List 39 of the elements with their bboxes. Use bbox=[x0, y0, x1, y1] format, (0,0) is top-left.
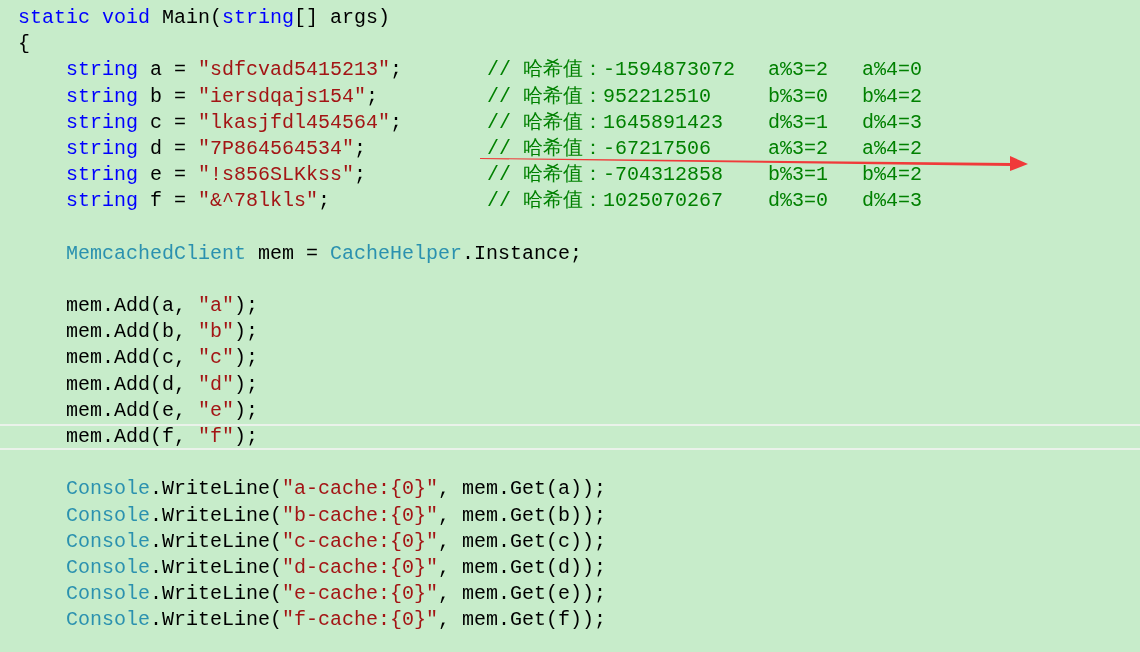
code-comment: d%4=3 bbox=[862, 188, 922, 215]
code-comment: a%3=2 bbox=[768, 57, 829, 84]
code-line: mem.Add(d, "d"); bbox=[66, 372, 259, 396]
code-line: static void Main(string[] args) bbox=[18, 6, 391, 29]
code-line: string b = "iersdqajs154"; bbox=[66, 84, 379, 108]
code-comment: b%3=0 bbox=[768, 83, 829, 110]
code-line: Console.WriteLine("b-cache:{0}", mem.Get(b)); bbox=[66, 503, 607, 527]
code-comment: a%4=0 bbox=[862, 57, 922, 84]
code-line: string a = "sdfcvad5415213"; bbox=[66, 58, 403, 82]
code-line: Console.WriteLine("a-cache:{0}", mem.Get(a)); bbox=[66, 477, 607, 501]
code-comment: b%3=1 bbox=[768, 162, 829, 189]
code-line: mem.Add(f, "f"); bbox=[66, 425, 259, 448]
code-line: Console.WriteLine("f-cache:{0}", mem.Get(f)); bbox=[66, 608, 607, 632]
code-line: string e = "!s856SLKkss"; bbox=[66, 163, 367, 187]
code-comment: b%4=2 bbox=[862, 162, 922, 189]
code-line: mem.Add(c, "c"); bbox=[66, 346, 259, 370]
code-line: Console.WriteLine("d-cache:{0}", mem.Get(d)); bbox=[66, 555, 607, 579]
code-line: mem.Add(e, "e"); bbox=[66, 398, 259, 422]
code-line: Console.WriteLine("e-cache:{0}", mem.Get(e)); bbox=[66, 582, 607, 606]
code-line: string c = "lkasjfdl454564"; bbox=[66, 110, 403, 134]
code-line: string d = "7P864564534"; bbox=[66, 136, 367, 160]
code-comment: // 哈希值：-67217506 bbox=[487, 135, 713, 162]
code-comment: // 哈希值：1025070267 bbox=[487, 188, 725, 215]
code-comment: a%4=2 bbox=[862, 135, 922, 162]
code-comment: a%3=2 bbox=[768, 135, 829, 162]
code-comment: d%3=1 bbox=[768, 109, 829, 136]
code-comment: // 哈希值：952212510 bbox=[487, 83, 713, 110]
code-line: mem.Add(a, "a"); bbox=[66, 294, 259, 318]
code-line: { bbox=[18, 32, 30, 56]
code-comment: d%4=3 bbox=[862, 109, 922, 136]
code-line: mem.Add(b, "b"); bbox=[66, 320, 259, 344]
code-comment: // 哈希值：-704312858 bbox=[487, 162, 725, 189]
code-line: Console.WriteLine("c-cache:{0}", mem.Get(c)); bbox=[66, 529, 607, 553]
code-comment: d%3=0 bbox=[768, 188, 829, 215]
code-comment: // 哈希值：1645891423 bbox=[487, 109, 725, 136]
code-line: MemcachedClient mem = CacheHelper.Instance; bbox=[66, 241, 583, 265]
code-line: string f = "&^78lkls"; bbox=[66, 189, 331, 213]
code-comment: b%4=2 bbox=[862, 83, 922, 110]
code-comment: // 哈希值：-1594873072 bbox=[487, 57, 737, 84]
